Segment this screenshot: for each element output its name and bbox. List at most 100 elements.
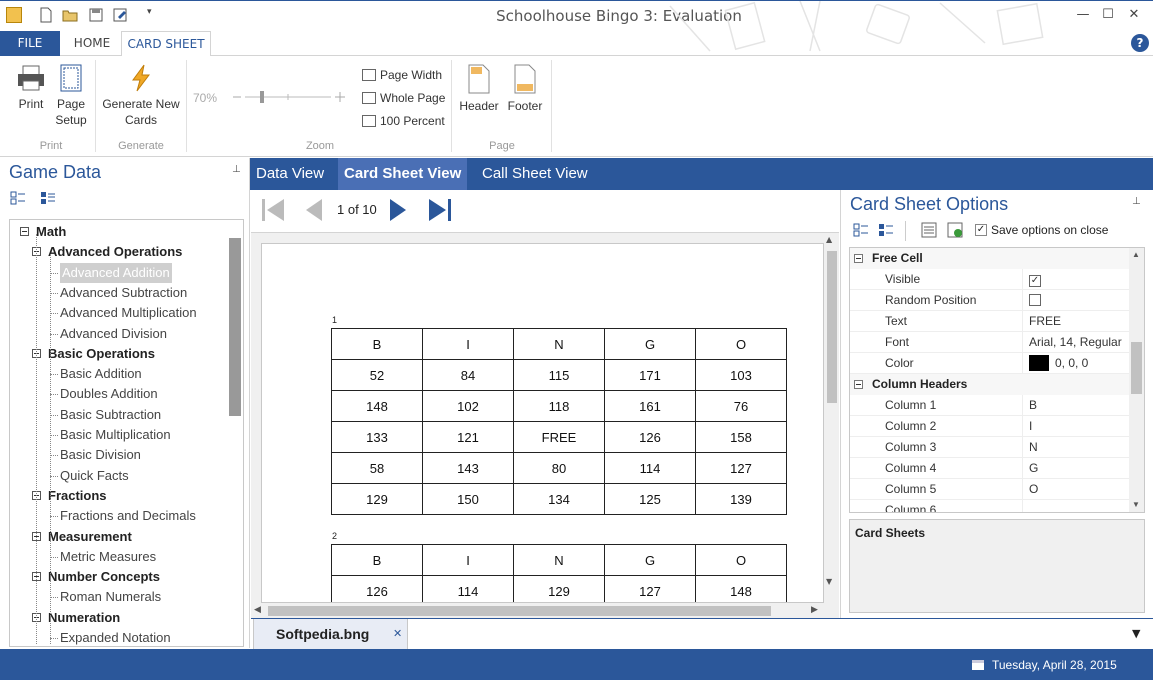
property-grid-scrollbar[interactable]: ▲ ▼ [1129, 248, 1144, 512]
categorized-view-icon[interactable] [853, 223, 869, 237]
tree-category[interactable]: Fractions [48, 486, 107, 506]
tree-item[interactable]: Expanded Notation [60, 628, 171, 646]
tab-file[interactable]: FILE [0, 31, 60, 56]
collapse-all-icon[interactable] [10, 191, 26, 205]
tree-item[interactable]: Metric Measures [60, 547, 156, 567]
load-options-icon[interactable] [921, 222, 937, 238]
tree-item[interactable]: Quick Facts [60, 466, 129, 486]
last-page-icon[interactable] [427, 197, 453, 223]
expand-all-icon[interactable] [40, 191, 56, 205]
scroll-down-icon[interactable]: ▼ [1132, 500, 1140, 509]
tab-list-dropdown-icon[interactable]: ▼ [1132, 627, 1140, 640]
property-row[interactable]: Column 5 O [850, 479, 1129, 500]
property-value[interactable]: B [1022, 395, 1129, 416]
property-value[interactable]: N [1022, 437, 1129, 458]
tree-category[interactable]: Number Concepts [48, 567, 160, 587]
property-checkbox[interactable]: ✓ [1029, 275, 1041, 287]
minimize-icon[interactable]: — [1073, 5, 1093, 25]
collapse-toggle-icon[interactable] [854, 380, 863, 389]
first-page-icon[interactable] [260, 197, 286, 223]
property-row[interactable]: Column 4 G [850, 458, 1129, 479]
document-tab[interactable]: Softpedia.bng ✕ [253, 619, 408, 650]
tab-data-view[interactable]: Data View [250, 158, 330, 190]
property-value[interactable] [1022, 290, 1129, 311]
page-width-button[interactable]: Page Width [362, 66, 442, 84]
previous-page-icon[interactable] [304, 197, 324, 223]
property-category[interactable]: Column Headers [850, 374, 1129, 395]
property-scroll-thumb[interactable] [1131, 342, 1142, 394]
tree-item[interactable]: Advanced Addition [60, 262, 172, 283]
property-row[interactable]: Text FREE [850, 311, 1129, 332]
tree-category[interactable]: Advanced Operations [48, 242, 182, 262]
close-tab-icon[interactable]: ✕ [393, 627, 402, 640]
zoom-slider[interactable] [233, 90, 345, 104]
tree-item[interactable]: Basic Addition [60, 364, 142, 384]
scroll-down-icon[interactable]: ▼ [826, 577, 832, 586]
header-button[interactable]: Header [458, 64, 500, 114]
property-row[interactable]: Column 1 B [850, 395, 1129, 416]
help-icon[interactable]: ? [1131, 34, 1149, 52]
property-row[interactable]: Column 3 N [850, 437, 1129, 458]
generate-new-cards-button[interactable]: Generate New Cards [100, 64, 182, 128]
tree-item[interactable]: Advanced Division [60, 324, 167, 344]
pin-icon[interactable]: ⊥ [1132, 196, 1141, 207]
tree-category[interactable]: Basic Operations [48, 344, 155, 364]
property-value[interactable]: Arial, 14, Regular [1022, 332, 1129, 353]
property-value[interactable]: O [1022, 479, 1129, 500]
tree-item[interactable]: Basic Multiplication [60, 425, 171, 445]
tab-card-sheet[interactable]: CARD SHEET [121, 31, 211, 57]
property-row[interactable]: Column 2 I [850, 416, 1129, 437]
tree-item[interactable]: Doubles Addition [60, 384, 158, 404]
tree-category[interactable]: Measurement [48, 527, 132, 547]
vertical-scroll-thumb[interactable] [827, 251, 837, 403]
save-options-icon[interactable] [947, 222, 963, 238]
close-icon[interactable]: ✕ [1124, 5, 1144, 25]
scroll-up-icon[interactable]: ▲ [1132, 250, 1140, 259]
property-grid[interactable]: Free Cell Visible ✓ Random Position Text FREE… [849, 247, 1145, 513]
color-swatch[interactable] [1029, 355, 1049, 371]
property-value[interactable]: ✓ [1022, 269, 1129, 290]
maximize-icon[interactable]: ☐ [1098, 5, 1118, 25]
property-row[interactable]: Random Position [850, 290, 1129, 311]
property-value[interactable]: FREE [1022, 311, 1129, 332]
horizontal-scrollbar[interactable]: ◀ ▶ [251, 603, 824, 618]
game-data-tree[interactable]: Math Advanced Operations Advanced Addition… [9, 219, 244, 647]
print-button[interactable]: Print [10, 64, 52, 112]
tree-scrollbar-thumb[interactable] [229, 238, 241, 416]
scroll-up-icon[interactable]: ▲ [826, 235, 832, 244]
scroll-left-icon[interactable]: ◀ [254, 605, 261, 615]
property-value[interactable]: 0, 0, 0 [1022, 353, 1129, 374]
tree-toggle-icon[interactable] [20, 227, 29, 236]
property-value[interactable]: I [1022, 416, 1129, 437]
tab-home[interactable]: HOME [62, 31, 122, 56]
property-row[interactable]: Column 6 [850, 500, 1129, 512]
page-setup-button[interactable]: Page Setup [52, 64, 90, 128]
property-row[interactable]: Visible ✓ [850, 269, 1129, 290]
property-value[interactable] [1022, 500, 1129, 512]
tree-item[interactable]: Roman Numerals [60, 587, 161, 607]
tab-card-sheet-view[interactable]: Card Sheet View [338, 158, 468, 190]
collapse-toggle-icon[interactable] [854, 254, 863, 263]
tree-item[interactable]: Advanced Multiplication [60, 303, 197, 323]
property-category[interactable]: Free Cell [850, 248, 1129, 269]
tree-category[interactable]: Math [36, 222, 66, 242]
property-row[interactable]: Font Arial, 14, Regular [850, 332, 1129, 353]
tree-item[interactable]: Fractions and Decimals [60, 506, 196, 526]
alphabetical-view-icon[interactable] [878, 223, 894, 237]
pin-icon[interactable]: ⊥ [232, 164, 241, 175]
vertical-scrollbar[interactable]: ▲ ▼ [824, 233, 839, 588]
scroll-right-icon[interactable]: ▶ [811, 605, 818, 615]
tab-call-sheet-view[interactable]: Call Sheet View [476, 158, 594, 190]
tree-item[interactable]: Basic Division [60, 445, 141, 465]
tree-category[interactable]: Numeration [48, 608, 120, 628]
property-checkbox[interactable] [1029, 294, 1041, 306]
tree-item[interactable]: Basic Subtraction [60, 405, 161, 425]
100-percent-button[interactable]: 100 Percent [362, 112, 445, 130]
whole-page-button[interactable]: Whole Page [362, 89, 445, 107]
footer-button[interactable]: Footer [504, 64, 546, 114]
tree-item[interactable]: Advanced Subtraction [60, 283, 187, 303]
next-page-icon[interactable] [388, 197, 408, 223]
property-value[interactable]: G [1022, 458, 1129, 479]
horizontal-scroll-thumb[interactable] [268, 606, 771, 616]
property-row[interactable]: Color 0, 0, 0 [850, 353, 1129, 374]
